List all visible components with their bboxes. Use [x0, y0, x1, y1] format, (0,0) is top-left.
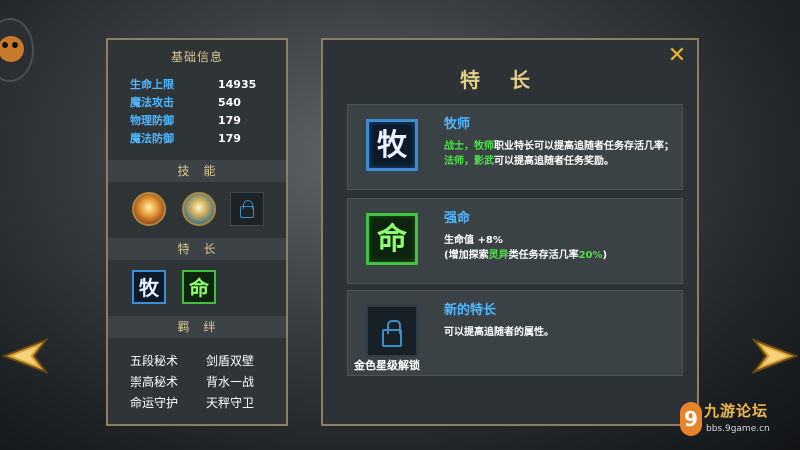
desc-line: (增加探索灵异类任务存活几率20%)	[444, 248, 674, 263]
trait-name: 新的特长	[444, 303, 497, 318]
trait-name: 强命	[444, 211, 471, 226]
trait-description: 战士，牧师职业特长可以提高追随者任务存活几率；法师，影武可以提高追随者任务奖励。	[444, 139, 674, 169]
desc-line: 生命值 +8%	[444, 235, 503, 246]
priest-trait-icon: 牧	[366, 119, 418, 171]
lock-icon	[382, 320, 402, 347]
site-watermark: 9 九游论坛 bbs.9game.cn	[680, 398, 798, 444]
locked-skill-slot[interactable]	[230, 192, 264, 226]
desc-text: 可以提高追随者任务奖励。	[494, 156, 614, 167]
stat-value: 179	[218, 114, 241, 127]
unlock-requirement: 金色星级解锁	[354, 359, 420, 372]
stat-row-magic-defense: 魔法防御 179	[130, 130, 241, 148]
bond-item: 命运守护	[130, 396, 179, 410]
stat-value: 14935	[218, 78, 257, 91]
trait-description: 生命值 +8% (增加探索灵异类任务存活几率20%)	[444, 233, 674, 263]
trait-name: 牧师	[444, 117, 471, 132]
traits-panel: 特长 ✕ 牧 牧师 战士，牧师职业特长可以提高追随者任务存活几率；法师，影武可以…	[321, 38, 699, 426]
stat-label: 魔法攻击	[130, 96, 174, 109]
trait-card-tough-life[interactable]: 命 强命 生命值 +8% (增加探索灵异类任务存活几率20%)	[347, 198, 683, 284]
stat-row-physical-defense: 物理防御 179	[130, 112, 241, 130]
trait-description: 可以提高追随者的属性。	[444, 327, 554, 338]
basic-info-heading: 基础信息	[170, 50, 223, 64]
bond-item: 背水一战	[206, 375, 255, 389]
skills-heading: 技 能	[108, 160, 286, 182]
lock-icon	[240, 200, 254, 218]
avatar-portrait	[0, 36, 24, 62]
hero-info-panel: 基础信息 生命上限 14935 魔法攻击 540 物理防御 179 魔法防御 179 技…	[106, 38, 288, 426]
locked-trait-slot	[366, 305, 418, 357]
player-avatar[interactable]	[0, 18, 34, 82]
trait-card-new-locked[interactable]: 新的特长 可以提高追随者的属性。 金色星级解锁	[347, 290, 683, 376]
traits-heading: 特 长	[108, 238, 286, 260]
stat-row-hp: 生命上限 14935	[130, 76, 256, 94]
bond-item: 剑盾双壁	[206, 354, 255, 368]
bond-item: 天秤守卫	[206, 396, 255, 410]
stat-value: 179	[218, 132, 241, 145]
stat-value: 540	[218, 96, 241, 109]
skill-1-icon[interactable]	[132, 192, 166, 226]
bond-item: 五段秘术	[130, 354, 179, 368]
stat-label: 生命上限	[130, 78, 174, 91]
highlight-text: 法师，影武	[444, 156, 494, 167]
bond-item: 崇高秘术	[130, 375, 179, 389]
stat-label: 魔法防御	[130, 132, 174, 145]
highlight-text: 灵异	[488, 250, 509, 261]
avatar-eye	[2, 42, 8, 48]
next-arrow-icon[interactable]	[752, 338, 798, 374]
watermark-url: bbs.9game.cn	[706, 424, 770, 434]
close-button[interactable]: ✕	[667, 45, 687, 67]
desc-text: (增加探索	[444, 250, 489, 261]
stat-row-magic-attack: 魔法攻击 540	[130, 94, 241, 112]
traits-panel-title: 特长	[460, 68, 560, 92]
watermark-logo: 9	[680, 402, 702, 436]
skill-2-icon[interactable]	[182, 192, 216, 226]
desc-text: )	[602, 250, 608, 261]
desc-text: 类任务存活几率	[508, 250, 579, 261]
previous-arrow-icon[interactable]	[2, 338, 48, 374]
desc-text: 职业特长可以提高追随者任务存活几率；	[494, 141, 674, 152]
avatar-eye	[12, 42, 18, 48]
watermark-text: 九游论坛	[704, 402, 769, 420]
priest-trait-icon[interactable]: 牧	[132, 270, 166, 304]
tough-life-trait-icon: 命	[366, 213, 418, 265]
bonds-heading: 羁 绊	[108, 316, 286, 338]
stat-label: 物理防御	[130, 114, 174, 127]
highlight-text: 20%	[578, 250, 603, 261]
highlight-text: 战士，牧师	[444, 141, 494, 152]
tough-life-trait-icon[interactable]: 命	[182, 270, 216, 304]
trait-card-priest[interactable]: 牧 牧师 战士，牧师职业特长可以提高追随者任务存活几率；法师，影武可以提高追随者…	[347, 104, 683, 190]
